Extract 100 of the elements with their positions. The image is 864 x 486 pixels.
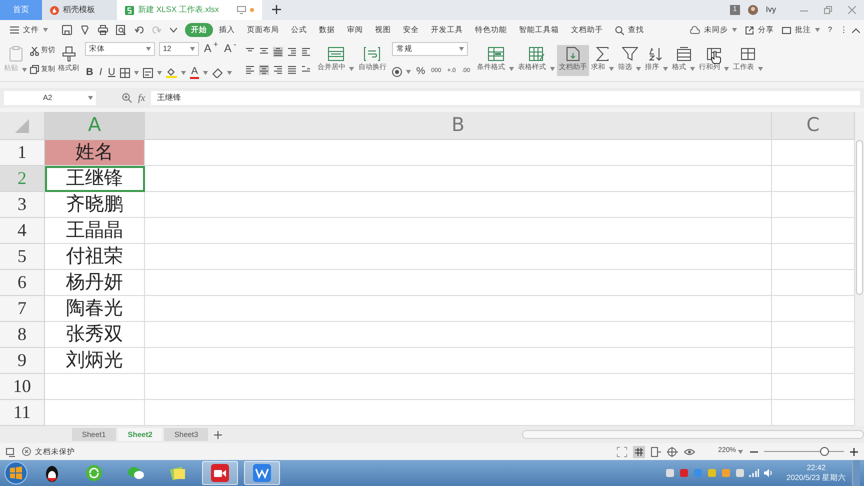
video-record-icon[interactable]	[211, 464, 229, 482]
row-header[interactable]: 8	[0, 322, 45, 348]
user-name[interactable]: Ivy	[766, 4, 776, 16]
signal-icon[interactable]	[748, 468, 759, 478]
table-cell[interactable]: 齐晓鹏	[45, 192, 145, 218]
row-header[interactable]: 3	[0, 192, 45, 218]
table-cell[interactable]	[145, 322, 772, 348]
font-style-button[interactable]: B	[85, 65, 94, 80]
table-cell[interactable]	[772, 270, 855, 296]
column-header[interactable]: B	[145, 112, 772, 140]
row-header[interactable]: 7	[0, 296, 45, 322]
table-cell[interactable]: 王继锋	[45, 166, 145, 192]
align-right-icon[interactable]	[273, 64, 284, 74]
indent-increase-icon[interactable]	[301, 46, 312, 56]
restore-icon[interactable]	[824, 6, 832, 14]
align-middle-icon[interactable]	[259, 46, 270, 56]
undo-icon[interactable]	[134, 25, 144, 35]
zoom-slider-thumb[interactable]	[820, 447, 829, 456]
table-cell[interactable]	[772, 218, 855, 244]
row-header[interactable]: 9	[0, 348, 45, 374]
distribute-icon[interactable]	[301, 64, 312, 74]
eye-icon[interactable]	[684, 448, 696, 456]
font-size-button[interactable]: A$^{+}$	[203, 40, 220, 58]
cell-style-icon[interactable]	[143, 68, 154, 78]
volume-icon[interactable]	[762, 468, 773, 478]
chat-bubbles-icon[interactable]	[127, 464, 145, 482]
align-bottom-icon[interactable]	[273, 46, 284, 56]
scrollbar-thumb[interactable]	[856, 140, 863, 295]
align-center-icon[interactable]	[259, 64, 270, 74]
reading-layout-icon[interactable]	[667, 446, 678, 456]
table-cell[interactable]	[772, 166, 855, 192]
row-header[interactable]: 5	[0, 244, 45, 270]
currency-icon[interactable]	[392, 66, 402, 76]
page-break-icon[interactable]	[651, 446, 662, 456]
zoom-in-icon[interactable]	[850, 448, 858, 456]
start-button-icon[interactable]	[4, 461, 28, 485]
avatar-icon[interactable]	[748, 5, 758, 15]
horizontal-scrollbar[interactable]	[522, 430, 864, 439]
row-header[interactable]: 4	[0, 218, 45, 244]
export-icon[interactable]	[80, 25, 90, 35]
font-color-button[interactable]: A	[190, 66, 199, 79]
table-cell[interactable]: 杨丹妍	[45, 270, 145, 296]
fill-color-icon[interactable]	[166, 67, 178, 78]
keyboard-icon[interactable]	[664, 468, 675, 478]
refresh-icon[interactable]	[85, 464, 103, 482]
table-cell[interactable]	[145, 166, 772, 192]
network-icon[interactable]	[706, 468, 717, 478]
add-sheet-icon[interactable]	[214, 430, 222, 438]
preview-icon[interactable]	[116, 25, 126, 35]
table-cell[interactable]: 刘炳光	[45, 348, 145, 374]
table-cell[interactable]	[772, 374, 855, 400]
save-icon[interactable]	[62, 25, 72, 35]
table-cell[interactable]	[772, 400, 855, 426]
more-icon[interactable]	[170, 27, 177, 33]
font-style-button[interactable]: I	[98, 65, 104, 80]
number-format-button[interactable]: %	[415, 64, 426, 79]
table-cell[interactable]	[45, 374, 145, 400]
row-header[interactable]: 6	[0, 270, 45, 296]
table-cell[interactable]	[145, 296, 772, 322]
penguin-icon[interactable]	[43, 464, 61, 482]
table-cell[interactable]	[772, 322, 855, 348]
collapse-ribbon-icon[interactable]	[852, 28, 860, 32]
table-cell[interactable]	[145, 270, 772, 296]
row-header[interactable]: 1	[0, 140, 45, 166]
table-cell[interactable]	[145, 374, 772, 400]
fullscreen-icon[interactable]	[617, 446, 628, 456]
row-header[interactable]: 10	[0, 374, 45, 400]
print-icon[interactable]	[98, 25, 108, 35]
table-cell[interactable]	[145, 140, 772, 166]
column-header[interactable]: C	[772, 112, 855, 140]
font-style-button[interactable]: U	[107, 65, 116, 80]
table-cell[interactable]: 王晶晶	[45, 218, 145, 244]
close-icon[interactable]	[848, 6, 856, 14]
table-cell[interactable]: 付祖荣	[45, 244, 145, 270]
row-header[interactable]: 11	[0, 400, 45, 426]
table-cell[interactable]: 陶春光	[45, 296, 145, 322]
table-cell[interactable]: 姓名	[45, 140, 145, 166]
table-cell[interactable]	[145, 218, 772, 244]
border-icon[interactable]	[120, 68, 130, 78]
usb-icon[interactable]	[734, 468, 745, 478]
table-cell[interactable]	[772, 296, 855, 322]
table-cell[interactable]	[772, 192, 855, 218]
function-button[interactable]: fx	[138, 90, 146, 106]
align-left-icon[interactable]	[245, 64, 256, 74]
normal-view-icon[interactable]	[633, 446, 646, 458]
table-cell[interactable]	[145, 348, 772, 374]
eraser-icon[interactable]	[212, 68, 223, 78]
indent-decrease-icon[interactable]	[287, 46, 298, 56]
table-cell[interactable]: 张秀双	[45, 322, 145, 348]
table-cell[interactable]	[772, 244, 855, 270]
table-cell[interactable]	[145, 400, 772, 426]
new-tab-icon[interactable]	[272, 5, 281, 14]
window-tab[interactable]: 新建 XLSX 工作表.xlsx	[117, 0, 262, 20]
table-cell[interactable]	[45, 400, 145, 426]
table-cell[interactable]	[772, 348, 855, 374]
table-cell[interactable]	[772, 140, 855, 166]
camera-icon[interactable]	[678, 468, 689, 478]
zoom-icon[interactable]	[122, 93, 132, 103]
justify-icon[interactable]	[287, 64, 298, 74]
window-tab[interactable]: 稻壳模板	[42, 0, 117, 20]
